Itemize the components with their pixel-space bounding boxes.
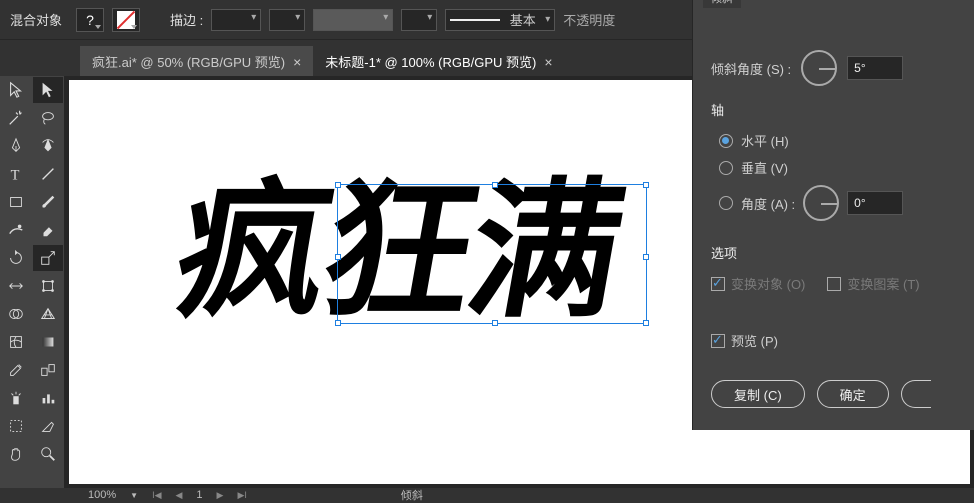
eyedropper-tool[interactable] — [1, 357, 31, 383]
radio-icon — [719, 196, 733, 210]
style-dropdown[interactable]: 基本 ▾ — [445, 9, 555, 31]
radio-icon — [719, 134, 733, 148]
blend-tool[interactable] — [33, 357, 63, 383]
shear-angle-input[interactable] — [847, 56, 903, 80]
style-basic-label: 基本 — [510, 10, 536, 29]
blend-object-label: 混合对象 — [10, 10, 62, 29]
axis-section-title: 轴 — [711, 100, 956, 119]
magic-wand-tool[interactable] — [1, 105, 31, 131]
options-section-title: 选项 — [711, 243, 956, 262]
color-dropdown[interactable] — [313, 9, 393, 31]
checkbox-label: 变换图案 (T) — [847, 274, 919, 293]
close-icon[interactable]: × — [544, 54, 552, 70]
lasso-tool[interactable] — [33, 105, 63, 131]
width-tool[interactable] — [1, 273, 31, 299]
preview-checkbox[interactable] — [711, 334, 725, 348]
status-bar: 100% ▼ I◀ ◀ 1 ▶ ▶I 倾斜 — [0, 488, 974, 502]
stroke-label: 描边 : — [170, 10, 203, 29]
page-number[interactable]: 1 — [196, 489, 202, 501]
zoom-tool[interactable] — [33, 441, 63, 467]
close-icon[interactable]: × — [293, 54, 301, 70]
copy-button[interactable]: 复制 (C) — [711, 380, 805, 408]
question-icon: ? — [86, 12, 94, 28]
axis-angle-input[interactable] — [847, 191, 903, 215]
dialog-title: 倾斜 — [703, 0, 741, 8]
axis-angle-radio[interactable]: 角度 (A) : — [711, 181, 956, 225]
chevron-down-icon[interactable]: ▼ — [130, 491, 138, 500]
shape-builder-tool[interactable] — [1, 301, 31, 327]
shear-dialog: 倾斜 倾斜角度 (S) : 轴 水平 (H) 垂直 (V) 角度 (A) : 选… — [692, 0, 974, 430]
symbol-sprayer-tool[interactable] — [1, 385, 31, 411]
tools-panel: T — [0, 76, 65, 488]
radio-label: 角度 (A) : — [741, 194, 795, 213]
fill-swatch-dropdown[interactable]: ? — [76, 8, 104, 32]
svg-text:T: T — [11, 167, 20, 183]
axis-angle-dial[interactable] — [803, 185, 839, 221]
pen-tool[interactable] — [1, 133, 31, 159]
radio-label: 垂直 (V) — [741, 158, 788, 177]
radio-label: 水平 (H) — [741, 131, 789, 150]
rotate-tool[interactable] — [1, 245, 31, 271]
shear-angle-label: 倾斜角度 (S) : — [711, 59, 791, 78]
document-tab-1[interactable]: 疯狂.ai* @ 50% (RGB/GPU 预览) × — [80, 46, 313, 76]
type-tool[interactable]: T — [1, 161, 31, 187]
line-preview-icon — [450, 19, 500, 21]
eraser-tool[interactable] — [33, 217, 63, 243]
mesh-tool[interactable] — [1, 329, 31, 355]
last-page-icon[interactable]: ▶I — [237, 490, 246, 501]
status-mode: 倾斜 — [401, 487, 423, 503]
slice-tool[interactable] — [33, 413, 63, 439]
perspective-grid-tool[interactable] — [33, 301, 63, 327]
chevron-down-icon: ▾ — [545, 14, 550, 25]
axis-vertical-radio[interactable]: 垂直 (V) — [711, 154, 956, 181]
checkbox-label: 变换对象 (O) — [731, 274, 805, 293]
free-transform-tool[interactable] — [33, 273, 63, 299]
radio-icon — [719, 161, 733, 175]
transform-patterns-checkbox[interactable] — [827, 277, 841, 291]
column-graph-tool[interactable] — [33, 385, 63, 411]
gradient-tool[interactable] — [33, 329, 63, 355]
cancel-button-partial[interactable] — [901, 380, 931, 408]
tab-label: 疯狂.ai* @ 50% (RGB/GPU 预览) — [92, 52, 285, 71]
selection-tool[interactable] — [1, 77, 31, 103]
rectangle-tool[interactable] — [1, 189, 31, 215]
tab-label: 未标题-1* @ 100% (RGB/GPU 预览) — [325, 52, 536, 71]
stroke-swatch-dropdown[interactable] — [112, 8, 140, 32]
line-tool[interactable] — [33, 161, 63, 187]
checkbox-label: 预览 (P) — [731, 331, 778, 350]
shaper-tool[interactable] — [1, 217, 31, 243]
brush-dropdown[interactable] — [401, 9, 437, 31]
direct-selection-tool[interactable] — [33, 77, 63, 103]
transform-objects-checkbox[interactable] — [711, 277, 725, 291]
angle-dial[interactable] — [801, 50, 837, 86]
first-page-icon[interactable]: I◀ — [152, 490, 161, 501]
ok-button[interactable]: 确定 — [817, 380, 889, 408]
opacity-label: 不透明度 — [563, 10, 615, 29]
next-page-icon[interactable]: ▶ — [217, 490, 224, 501]
stroke-weight-dropdown[interactable] — [211, 9, 261, 31]
prev-page-icon[interactable]: ◀ — [175, 490, 182, 501]
document-tab-2[interactable]: 未标题-1* @ 100% (RGB/GPU 预览) × — [313, 46, 564, 76]
hand-tool[interactable] — [1, 441, 31, 467]
axis-horizontal-radio[interactable]: 水平 (H) — [711, 127, 956, 154]
selection-bounds — [337, 184, 647, 324]
paintbrush-tool[interactable] — [33, 189, 63, 215]
stroke-profile-dropdown[interactable] — [269, 9, 305, 31]
scale-tool[interactable] — [33, 245, 63, 271]
artboard-tool[interactable] — [1, 413, 31, 439]
curvature-tool[interactable] — [33, 133, 63, 159]
zoom-level[interactable]: 100% — [88, 489, 116, 501]
no-fill-icon — [117, 11, 135, 29]
